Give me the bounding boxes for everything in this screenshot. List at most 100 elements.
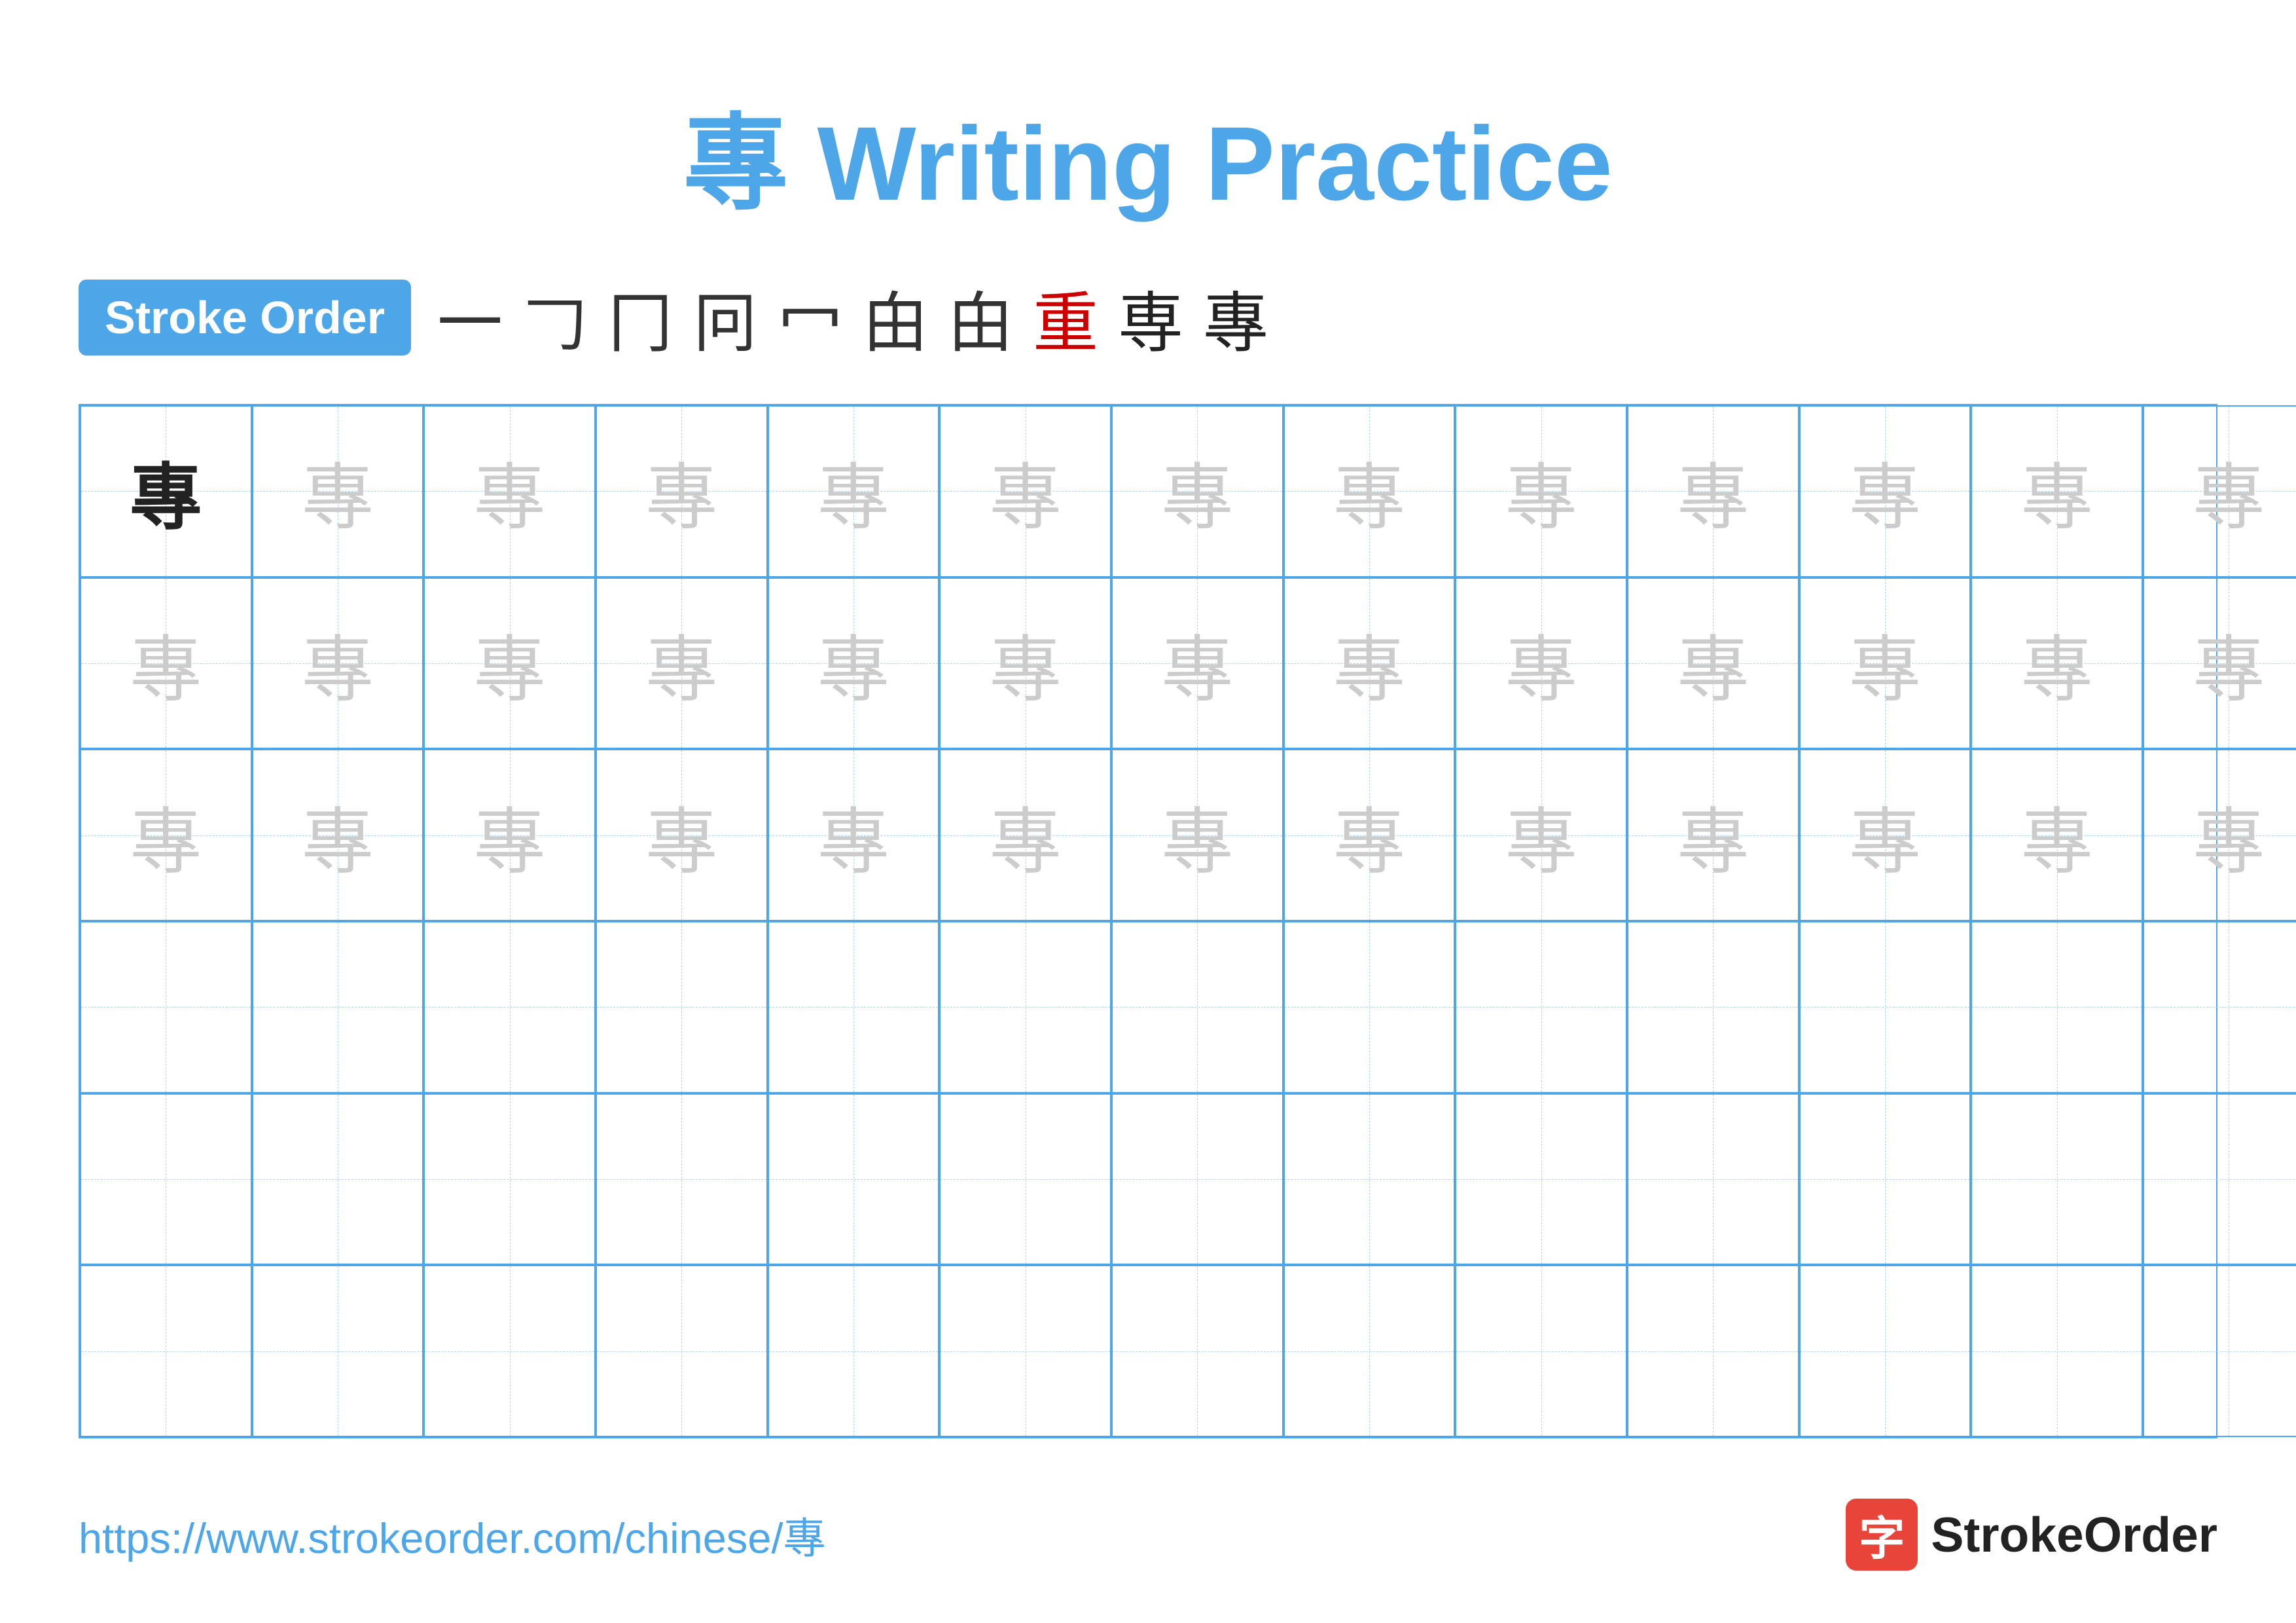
grid-cell-r5-c7[interactable]	[1283, 1265, 1456, 1437]
grid-cell-r0-c9[interactable]: 專	[1627, 405, 1799, 577]
grid-cell-r5-c4[interactable]	[768, 1265, 940, 1437]
grid-cell-r4-c0[interactable]	[80, 1093, 252, 1266]
footer-logo: 字 StrokeOrder	[1846, 1499, 2217, 1571]
grid-cell-r2-c0[interactable]: 專	[80, 749, 252, 921]
stroke-sequence: 一 𠃌 冂 冋 冖 甶 甶 重 専 專	[437, 270, 1268, 365]
grid-cell-r4-c9[interactable]	[1627, 1093, 1799, 1266]
grid-cell-r4-c2[interactable]	[423, 1093, 596, 1266]
grid-cell-r0-c12[interactable]: 專	[2143, 405, 2296, 577]
grid-cell-r2-c3[interactable]: 專	[596, 749, 768, 921]
footer: https://www.strokeorder.com/chinese/專 字 …	[79, 1499, 2217, 1571]
grid-cell-r4-c10[interactable]	[1799, 1093, 1971, 1266]
grid-cell-r1-c8[interactable]: 專	[1455, 577, 1627, 750]
grid-cell-r0-c3[interactable]: 專	[596, 405, 768, 577]
grid-cell-r0-c6[interactable]: 專	[1111, 405, 1283, 577]
grid-cell-r4-c8[interactable]	[1455, 1093, 1627, 1266]
grid-cell-r0-c11[interactable]: 專	[1971, 405, 2143, 577]
grid-cell-r4-c6[interactable]	[1111, 1093, 1283, 1266]
grid-cell-r1-c7[interactable]: 專	[1283, 577, 1456, 750]
grid-cell-r5-c3[interactable]	[596, 1265, 768, 1437]
stroke-order-badge: Stroke Order	[79, 280, 411, 356]
grid-cell-r3-c11[interactable]	[1971, 921, 2143, 1093]
grid-cell-r4-c5[interactable]	[939, 1093, 1111, 1266]
grid-cell-r0-c2[interactable]: 專	[423, 405, 596, 577]
stroke-7: 甶	[948, 270, 1013, 365]
logo-text: StrokeOrder	[1931, 1506, 2217, 1563]
stroke-1: 一	[437, 270, 503, 365]
grid-cell-r1-c3[interactable]: 專	[596, 577, 768, 750]
page-title: 專 Writing Practice	[683, 105, 1613, 222]
grid-cell-r2-c7[interactable]: 專	[1283, 749, 1456, 921]
grid-cell-r2-c11[interactable]: 專	[1971, 749, 2143, 921]
grid-cell-r5-c12[interactable]	[2143, 1265, 2296, 1437]
grid-cell-r4-c11[interactable]	[1971, 1093, 2143, 1266]
grid-cell-r2-c2[interactable]: 專	[423, 749, 596, 921]
grid-cell-r4-c4[interactable]	[768, 1093, 940, 1266]
grid-cell-r2-c8[interactable]: 專	[1455, 749, 1627, 921]
grid-cell-r1-c11[interactable]: 專	[1971, 577, 2143, 750]
grid-cell-r3-c9[interactable]	[1627, 921, 1799, 1093]
grid-cell-r0-c0[interactable]: 專	[80, 405, 252, 577]
grid-cell-r2-c4[interactable]: 專	[768, 749, 940, 921]
grid-cell-r3-c2[interactable]	[423, 921, 596, 1093]
practice-grid: 專專專專專專專專專專專專專專專專專專專專專專專專專專專專專專專專專專專專專專專	[79, 404, 2217, 1438]
stroke-9: 専	[1118, 270, 1183, 365]
grid-cell-r4-c7[interactable]	[1283, 1093, 1456, 1266]
grid-cell-r4-c12[interactable]	[2143, 1093, 2296, 1266]
stroke-3: 冂	[607, 270, 673, 365]
grid-cell-r3-c12[interactable]	[2143, 921, 2296, 1093]
grid-cell-r0-c7[interactable]: 專	[1283, 405, 1456, 577]
grid-cell-r5-c10[interactable]	[1799, 1265, 1971, 1437]
grid-cell-r1-c5[interactable]: 專	[939, 577, 1111, 750]
stroke-5: 冖	[778, 270, 843, 365]
grid-cell-r5-c8[interactable]	[1455, 1265, 1627, 1437]
grid-cell-r4-c1[interactable]	[252, 1093, 424, 1266]
title-section: 專 Writing Practice	[79, 79, 2217, 230]
grid-cell-r1-c0[interactable]: 專	[80, 577, 252, 750]
page: 專 Writing Practice Stroke Order 一 𠃌 冂 冋 …	[0, 0, 2296, 1623]
grid-cell-r1-c9[interactable]: 專	[1627, 577, 1799, 750]
grid-cell-r5-c1[interactable]	[252, 1265, 424, 1437]
stroke-6: 甶	[863, 270, 928, 365]
stroke-8: 重	[1033, 270, 1098, 365]
grid-cell-r2-c10[interactable]: 專	[1799, 749, 1971, 921]
grid-cell-r3-c8[interactable]	[1455, 921, 1627, 1093]
grid-cell-r1-c6[interactable]: 專	[1111, 577, 1283, 750]
grid-cell-r5-c11[interactable]	[1971, 1265, 2143, 1437]
grid-cell-r3-c6[interactable]	[1111, 921, 1283, 1093]
grid-cell-r2-c12[interactable]: 專	[2143, 749, 2296, 921]
grid-cell-r0-c8[interactable]: 專	[1455, 405, 1627, 577]
grid-cell-r0-c4[interactable]: 專	[768, 405, 940, 577]
grid-cell-r3-c1[interactable]	[252, 921, 424, 1093]
grid-cell-r0-c5[interactable]: 專	[939, 405, 1111, 577]
grid-cell-r5-c2[interactable]	[423, 1265, 596, 1437]
grid-cell-r4-c3[interactable]	[596, 1093, 768, 1266]
footer-url[interactable]: https://www.strokeorder.com/chinese/專	[79, 1504, 826, 1565]
grid-cell-r5-c5[interactable]	[939, 1265, 1111, 1437]
grid-cell-r3-c7[interactable]	[1283, 921, 1456, 1093]
grid-cell-r5-c6[interactable]	[1111, 1265, 1283, 1437]
grid-cell-r2-c1[interactable]: 專	[252, 749, 424, 921]
logo-icon: 字	[1846, 1499, 1918, 1571]
stroke-4: 冋	[692, 270, 758, 365]
stroke-order-section: Stroke Order 一 𠃌 冂 冋 冖 甶 甶 重 専 專	[79, 270, 2217, 365]
grid-cell-r2-c9[interactable]: 專	[1627, 749, 1799, 921]
grid-cell-r5-c9[interactable]	[1627, 1265, 1799, 1437]
grid-cell-r2-c6[interactable]: 專	[1111, 749, 1283, 921]
grid-cell-r1-c12[interactable]: 專	[2143, 577, 2296, 750]
grid-cell-r2-c5[interactable]: 專	[939, 749, 1111, 921]
grid-cell-r5-c0[interactable]	[80, 1265, 252, 1437]
grid-cell-r0-c1[interactable]: 專	[252, 405, 424, 577]
grid-cell-r1-c1[interactable]: 專	[252, 577, 424, 750]
stroke-2: 𠃌	[522, 270, 588, 365]
grid-cell-r3-c3[interactable]	[596, 921, 768, 1093]
grid-cell-r0-c10[interactable]: 專	[1799, 405, 1971, 577]
grid-cell-r3-c10[interactable]	[1799, 921, 1971, 1093]
grid-cell-r1-c10[interactable]: 專	[1799, 577, 1971, 750]
grid-cell-r1-c2[interactable]: 專	[423, 577, 596, 750]
stroke-10: 專	[1203, 270, 1268, 365]
grid-cell-r3-c4[interactable]	[768, 921, 940, 1093]
grid-cell-r3-c5[interactable]	[939, 921, 1111, 1093]
grid-cell-r1-c4[interactable]: 專	[768, 577, 940, 750]
grid-cell-r3-c0[interactable]	[80, 921, 252, 1093]
